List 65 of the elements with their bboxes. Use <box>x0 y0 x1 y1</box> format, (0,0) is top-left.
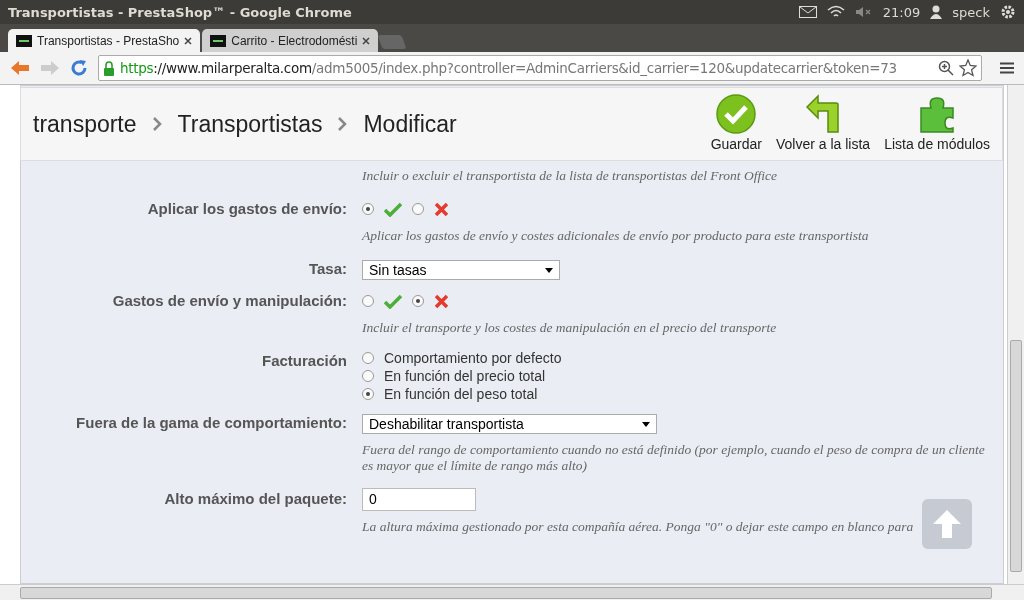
cross-icon <box>434 201 449 217</box>
dropdown-arrow-icon <box>544 267 553 273</box>
close-icon[interactable] <box>362 36 371 45</box>
close-icon[interactable] <box>184 36 193 45</box>
field-hint: Aplicar los gastos de envío y costes adicionales de envío por producto para este transportista <box>362 228 870 244</box>
browser-tab[interactable]: Transportistas - PrestaSho <box>8 29 201 52</box>
return-arrow-icon <box>806 94 841 134</box>
back-arrow-icon[interactable] <box>10 60 30 76</box>
user-name[interactable]: speck <box>952 4 990 20</box>
radio-button[interactable] <box>362 370 374 382</box>
field-hint: Fuera del rango de comportamiento cuando no está definido (por ejemplo, cuando el peso de compra de un cliente es mayor que el límite de rango más alto) <box>362 442 986 474</box>
field-label: Aplicar los gastos de envío: <box>146 199 348 219</box>
dropdown-arrow-icon <box>641 421 650 427</box>
field-label: Gastos de envío y manipulación: <box>111 291 348 311</box>
radio-button[interactable] <box>362 295 374 307</box>
star-icon[interactable] <box>959 59 977 77</box>
dropdown[interactable]: Deshabilitar transportista <box>362 414 657 434</box>
option-label: En función del precio total <box>384 368 546 384</box>
lock-icon <box>103 60 115 76</box>
toolbar-button[interactable]: Lista de módulos <box>884 94 990 152</box>
dropdown[interactable]: Sin tasas <box>362 260 560 280</box>
user-icon[interactable] <box>930 5 943 19</box>
radio-button[interactable] <box>362 352 374 364</box>
mail-icon[interactable] <box>798 6 817 18</box>
breadcrumb-item[interactable]: transporte <box>33 110 137 138</box>
vertical-scrollbar[interactable] <box>1007 85 1024 584</box>
option-label: En función del peso total <box>384 386 538 402</box>
zoom-icon[interactable] <box>938 60 954 76</box>
radio-button[interactable] <box>412 295 424 307</box>
wifi-icon[interactable] <box>826 5 845 19</box>
horizontal-scrollbar[interactable] <box>0 584 1024 600</box>
check-circle-icon <box>716 94 757 134</box>
field-label: Alto máximo del paquete: <box>163 489 348 509</box>
breadcrumb-item[interactable]: Transportistas <box>177 110 323 138</box>
reload-icon[interactable] <box>70 59 88 77</box>
field-label: Facturación <box>260 351 348 371</box>
favicon-icon <box>16 34 32 47</box>
chevron-icon <box>152 117 162 131</box>
input-field[interactable]: 0 <box>362 488 476 511</box>
browser-tab[interactable]: Carrito - Electrodomésti <box>202 29 379 52</box>
radio-button[interactable] <box>362 388 374 400</box>
check-icon <box>384 293 402 309</box>
up-arrow-icon <box>931 508 963 540</box>
check-icon <box>384 201 402 217</box>
chevron-icon <box>338 117 348 131</box>
clock[interactable]: 21:09 <box>882 4 921 20</box>
field-hint: Incluir o excluir el transportista de la lista de transportistas del Front Office <box>362 168 778 184</box>
option-label: Comportamiento por defecto <box>384 350 562 366</box>
gear-icon[interactable] <box>1000 4 1016 20</box>
menu-icon[interactable] <box>1000 62 1014 74</box>
field-hint: La altura máxima gestionado por esta compañía aérea. Ponga "0" o dejar este campo en blanco para <box>362 519 915 535</box>
field-label: Fuera de la gama de comportamiento: <box>75 413 348 433</box>
field-label: Tasa: <box>307 259 348 279</box>
breadcrumb-item[interactable]: Modificar <box>363 110 457 138</box>
radio-button[interactable] <box>412 203 424 215</box>
muted-speaker-icon[interactable] <box>854 6 873 18</box>
new-tab-button[interactable] <box>377 35 407 49</box>
toolbar-button[interactable]: Volver a la lista <box>776 94 871 152</box>
toolbar-button[interactable]: Guardar <box>710 94 762 152</box>
field-hint: Incluir el transporte y los costes de manipulación en el precio del transporte <box>362 320 778 336</box>
radio-button[interactable] <box>362 203 374 215</box>
address-bar[interactable]: https://www.milarperalta.com/adm5005/index.php?controller=AdminCarriers&id_carrier=120&updatecarrier&token=73 <box>98 55 982 81</box>
favicon-icon <box>210 34 227 47</box>
window-title: Transportistas - PrestaShop™ - Google Chrome <box>8 4 352 20</box>
cross-icon <box>434 293 449 309</box>
